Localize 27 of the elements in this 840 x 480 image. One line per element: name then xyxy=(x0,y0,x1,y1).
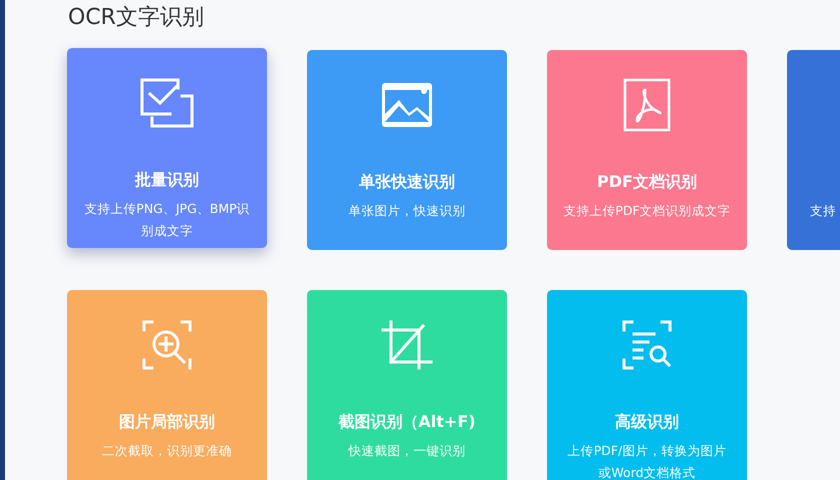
document-search-icon xyxy=(622,320,672,370)
card-description: 快速截图，一键识别 xyxy=(348,442,466,460)
card-title: 单张快速识别 xyxy=(359,171,455,193)
card-description: 支持上传PDF文档识别成文字 xyxy=(563,202,731,220)
card-title: PDF文档识别 xyxy=(597,171,697,193)
crop-icon xyxy=(381,320,433,370)
feature-card[interactable]: 单张快速识别 单张图片，快速识别 xyxy=(307,50,507,250)
pdf-icon xyxy=(623,78,671,132)
page-title: OCR文字识别 xyxy=(68,4,205,32)
feature-card[interactable]: 高级识别 上传PDF/图片，转换为图片或Word文档格式 xyxy=(547,290,747,480)
zoom-in-icon xyxy=(142,320,192,370)
card-description: 支持 xyxy=(810,202,836,220)
card-title: 高级识别 xyxy=(615,411,679,433)
feature-card[interactable]: 支持 xyxy=(787,50,840,250)
feature-card[interactable]: 批量识别 支持上传PNG、JPG、BMP识别成文字 xyxy=(67,48,267,248)
card-description: 单张图片，快速识别 xyxy=(348,202,466,220)
card-description: 支持上传PNG、JPG、BMP识别成文字 xyxy=(83,200,251,240)
checkbox-stack-icon xyxy=(140,78,194,128)
image-icon xyxy=(381,82,433,128)
card-title: 截图识别（Alt+F) xyxy=(338,411,476,433)
feature-card[interactable]: 截图识别（Alt+F) 快速截图，一键识别 xyxy=(307,290,507,480)
card-title: 图片局部识别 xyxy=(119,411,215,433)
card-title: 批量识别 xyxy=(135,169,199,191)
feature-card[interactable]: 图片局部识别 二次截取，识别更准确 xyxy=(67,290,267,480)
card-description: 二次截取，识别更准确 xyxy=(102,442,232,460)
card-description: 上传PDF/图片，转换为图片或Word文档格式 xyxy=(566,442,728,480)
feature-card[interactable]: PDF文档识别 支持上传PDF文档识别成文字 xyxy=(547,50,747,250)
